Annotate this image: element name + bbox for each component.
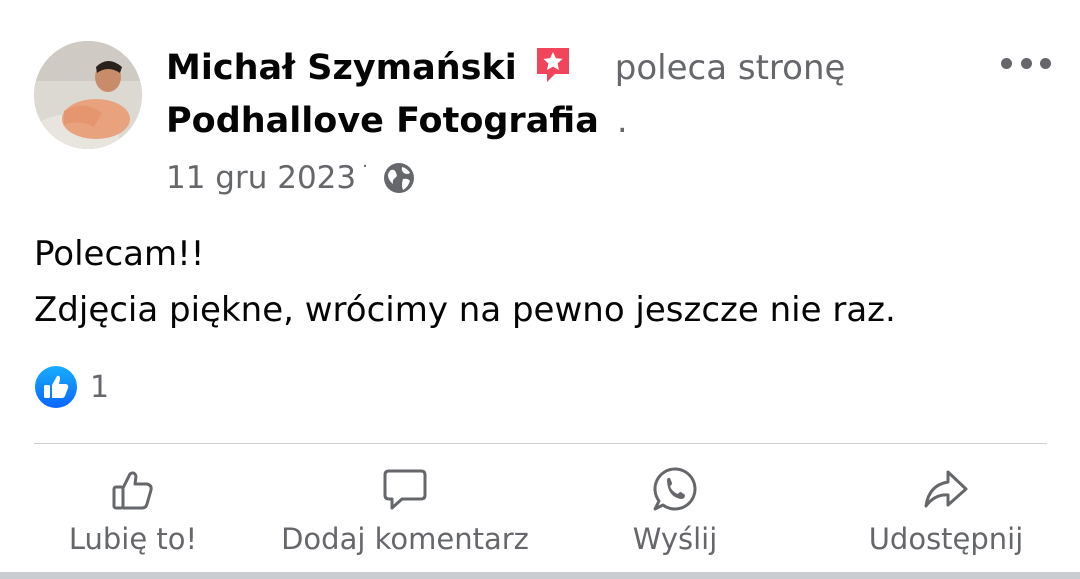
comment-bubble-icon [383, 469, 427, 510]
post-body: Polecam!! Zdjęcia piękne, wrócimy na pew… [34, 226, 1044, 338]
avatar-photo [34, 41, 142, 149]
page-name-link[interactable]: Podhallove Fotografia [166, 101, 599, 141]
author-avatar[interactable] [34, 41, 142, 149]
post-date[interactable]: 11 gru 2023 [166, 160, 356, 196]
post-meta: 11 gru 2023 · [166, 155, 416, 199]
action-bar: Lubię to! Dodaj komentarz Wyślij Udostęp… [0, 458, 1080, 568]
thumbs-up-icon [112, 471, 153, 510]
share-arrow-icon [924, 470, 968, 508]
recommend-text: poleca stronę [614, 48, 846, 88]
reactions-summary[interactable]: 1 [34, 364, 109, 410]
whatsapp-icon [653, 467, 697, 511]
post-header: Michał Szymański poleca stronę [166, 42, 845, 94]
share-button-label: Udostępnij [868, 522, 1024, 556]
meta-separator: · [362, 155, 368, 177]
author-name[interactable]: Michał Szymański [166, 48, 517, 88]
more-options-icon[interactable] [1001, 52, 1051, 74]
post-text-line: Polecam!! [34, 234, 205, 274]
like-reaction-badge-icon [35, 366, 77, 408]
reaction-count: 1 [90, 369, 110, 405]
comment-button-label: Dodaj komentarz [281, 522, 529, 556]
comment-button[interactable]: Dodaj komentarz [272, 458, 538, 568]
share-button[interactable]: Udostępnij [862, 458, 1030, 568]
recommend-star-badge-icon [533, 44, 573, 84]
page-name-suffix: . [616, 101, 628, 141]
like-button[interactable]: Lubię to! [62, 458, 204, 568]
bottom-separator [0, 572, 1080, 579]
send-button[interactable]: Wyślij [626, 458, 724, 568]
like-button-label: Lubię to! [68, 522, 198, 556]
send-button-label: Wyślij [632, 522, 718, 556]
globe-icon [383, 163, 414, 193]
actions-divider [34, 443, 1047, 444]
page-name-line: Podhallove Fotografia . [166, 98, 628, 144]
post-text-line: Zdjęcia piękne, wrócimy na pewno jeszcze… [34, 290, 896, 330]
